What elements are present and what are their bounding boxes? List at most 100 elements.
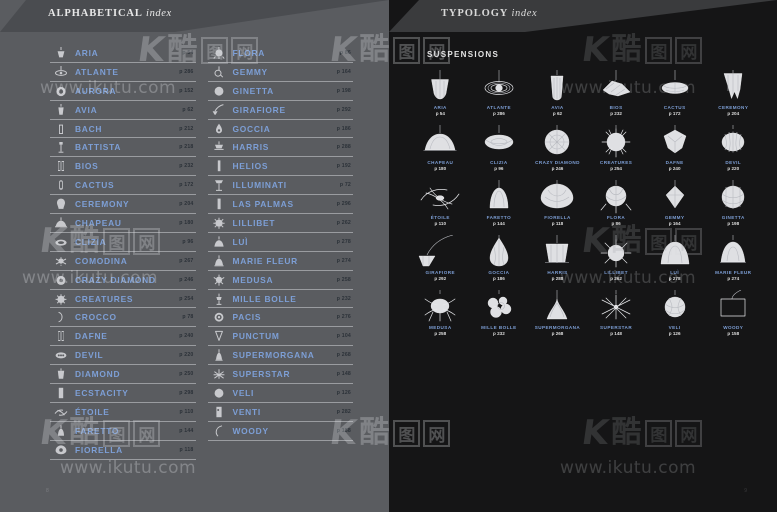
lamp-cactus-icon [50, 177, 72, 193]
index-entry[interactable]: FLORA p 86 [207, 44, 353, 63]
typology-item[interactable]: CEREMONY p 204 [704, 70, 763, 125]
index-entry[interactable]: PUNCTUM p 104 [207, 327, 353, 347]
typology-item[interactable]: VELI p 126 [645, 290, 704, 345]
typology-item[interactable]: CHAPEAU p 180 [411, 125, 470, 180]
typology-item-page: p 274 [727, 275, 740, 281]
left-page: ALPHABETICAL index ARIA p 54 ATLANTE p 286 A… [0, 0, 389, 512]
index-entry[interactable]: CACTUS p 172 [50, 176, 196, 196]
index-entry[interactable]: PACIS p 276 [207, 308, 353, 328]
index-entry-page: p 54 [182, 49, 194, 56]
index-entry[interactable]: SUPERSTAR p 148 [207, 365, 353, 385]
index-entry-name: CHAPEAU [75, 217, 122, 228]
index-entry[interactable]: CEREMONY p 204 [50, 195, 196, 215]
lamp-bios-icon [50, 158, 72, 174]
index-entry-page: p 78 [182, 314, 194, 321]
typology-item[interactable]: GIRAFIORE p 292 [411, 235, 470, 290]
typology-item[interactable]: MEDUSA p 258 [411, 290, 470, 345]
typology-item[interactable]: SUPERMORGANA p 268 [528, 290, 587, 345]
index-entry[interactable]: CRAZY DIAMOND p 246 [50, 271, 196, 290]
aria-pendant-icon [411, 70, 470, 106]
typology-item-page: p 164 [668, 220, 681, 226]
typology-item[interactable]: LILLIBET p 262 [587, 235, 646, 290]
index-entry[interactable]: AVIA p 62 [50, 101, 196, 120]
index-entry[interactable]: CREATURES p 254 [50, 290, 196, 309]
typology-item[interactable]: ARIA p 54 [411, 70, 470, 125]
typology-item[interactable]: DEVIL p 220 [704, 125, 763, 180]
index-entry[interactable]: CROCCO p 78 [50, 308, 196, 328]
typology-item[interactable]: HARRIS p 288 [528, 235, 587, 290]
alphabetical-index-columns: ARIA p 54 ATLANTE p 286 AURORA p 152 AVIA p 62 B… [0, 44, 389, 469]
typology-item[interactable]: DAFNE p 240 [645, 125, 704, 180]
index-entry[interactable]: ÉTOILE p 110 [50, 403, 196, 422]
typology-item-page: p 62 [552, 110, 563, 116]
index-entry[interactable]: DEVIL p 220 [50, 346, 196, 366]
index-entry[interactable]: FARETTO p 144 [50, 422, 196, 441]
index-entry[interactable]: ARIA p 54 [50, 44, 196, 63]
index-entry[interactable]: VELI p 126 [207, 384, 353, 403]
lamp-crocco-icon [50, 309, 72, 325]
typology-item[interactable]: AVIA p 62 [528, 70, 587, 125]
index-entry-name: CROCCO [75, 312, 117, 323]
index-entry[interactable]: HELIOS p 192 [207, 157, 353, 177]
index-entry[interactable]: HARRIS p 288 [207, 138, 353, 158]
index-entry[interactable]: DIAMOND p 250 [50, 365, 196, 385]
typology-item[interactable]: LUÌ p 278 [645, 235, 704, 290]
index-entry[interactable]: MARIE FLEUR p 274 [207, 252, 353, 271]
index-entry-page: p 276 [336, 314, 351, 321]
typology-item-page: p 110 [434, 220, 447, 226]
tab-bevel-right-right-page [525, 0, 777, 32]
typology-item[interactable]: GINETTA p 198 [704, 180, 763, 235]
index-entry-name: BIOS [75, 161, 99, 172]
index-entry[interactable]: DAFNE p 240 [50, 327, 196, 347]
typology-item[interactable]: GEMMY p 164 [645, 180, 704, 235]
typology-item[interactable]: GOCCIA p 186 [470, 235, 529, 290]
typology-item[interactable]: BIOS p 232 [587, 70, 646, 125]
typology-item-page: p 86 [611, 220, 621, 226]
index-entry-page: p 148 [336, 371, 351, 378]
index-entry[interactable]: LUÌ p 278 [207, 233, 353, 252]
typology-item[interactable]: FARETTO p 144 [470, 180, 529, 235]
index-entry[interactable]: WOODY p 158 [207, 422, 353, 441]
index-entry[interactable]: FIORELLA p 118 [50, 441, 196, 460]
index-entry[interactable]: LAS PALMAS p 296 [207, 195, 353, 215]
typology-item[interactable]: FIORELLA p 118 [528, 180, 587, 235]
index-entry[interactable]: BACH p 212 [50, 120, 196, 139]
typology-item[interactable]: ATLANTE p 286 [470, 70, 529, 125]
index-entry[interactable]: AURORA p 152 [50, 82, 196, 101]
typology-item[interactable]: CLIZIA p 96 [470, 125, 529, 180]
index-entry[interactable]: GOCCIA p 186 [207, 120, 353, 139]
typology-item[interactable]: FLORA p 86 [587, 180, 646, 235]
typology-item[interactable]: MILLE BOLLE p 232 [470, 290, 529, 345]
catalog-spread: ALPHABETICAL index ARIA p 54 ATLANTE p 286 A… [0, 0, 777, 512]
index-entry[interactable]: ILLUMINATI p 72 [207, 176, 353, 196]
index-entry-name: WOODY [232, 425, 269, 436]
typology-item[interactable]: CACTUS p 172 [645, 70, 704, 125]
index-entry-page: p 292 [336, 106, 351, 113]
index-entry-name: BATTISTA [75, 142, 122, 153]
index-entry[interactable]: VENTI p 282 [207, 403, 353, 422]
index-entry[interactable]: CLIZIA p 96 [50, 233, 196, 252]
index-entry-name: ILLUMINATI [232, 180, 287, 191]
index-entry[interactable]: MEDUSA p 258 [207, 271, 353, 290]
typology-item[interactable]: SUPERSTAR p 148 [587, 290, 646, 345]
index-entry[interactable]: GINETTA p 198 [207, 82, 353, 101]
index-entry[interactable]: BATTISTA p 218 [50, 138, 196, 158]
index-entry[interactable]: CHAPEAU p 180 [50, 214, 196, 233]
index-entry[interactable]: BIOS p 232 [50, 157, 196, 177]
lamp-aria-icon [50, 45, 72, 61]
index-entry[interactable]: GIRAFIORE p 292 [207, 101, 353, 120]
index-entry[interactable]: ECSTACITY p 298 [50, 384, 196, 403]
index-entry[interactable]: SUPERMORGANA p 268 [207, 346, 353, 366]
index-entry[interactable]: ATLANTE p 286 [50, 63, 196, 82]
typology-item-page: p 254 [610, 165, 622, 171]
typology-item[interactable]: CREATURES p 254 [587, 125, 646, 180]
typology-item[interactable]: WOODY p 158 [704, 290, 763, 345]
typology-item[interactable]: CRAZY DIAMOND p 246 [528, 125, 587, 180]
index-entry[interactable]: LILLIBET p 262 [207, 214, 353, 233]
lamp-veli-icon [208, 385, 230, 401]
typology-item[interactable]: MARIE FLEUR p 274 [704, 235, 763, 290]
typology-item[interactable]: ÉTOILE p 110 [411, 180, 470, 235]
index-entry[interactable]: COMODINA p 267 [50, 252, 196, 271]
index-entry[interactable]: GEMMY p 164 [207, 63, 353, 82]
index-entry[interactable]: MILLE BOLLE p 232 [207, 290, 353, 309]
